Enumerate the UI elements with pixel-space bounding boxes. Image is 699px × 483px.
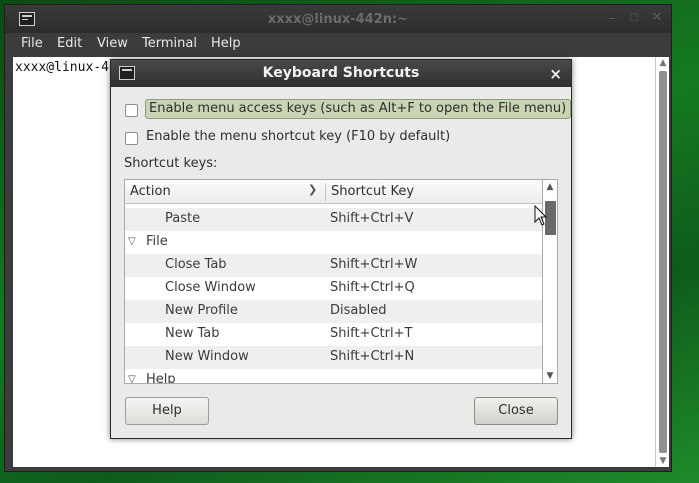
tree-group-row[interactable]: ▽ File	[125, 231, 542, 254]
tree-header: Action ❯ Shortcut Key	[125, 180, 542, 204]
column-header-action[interactable]: Action	[130, 184, 171, 199]
terminal-titlebar[interactable]: xxxx@linux-442n:~ ‒ □ ✕	[5, 5, 671, 33]
expander-triangle-icon[interactable]: ▽	[128, 236, 136, 247]
action-cell: New Profile	[165, 303, 238, 318]
menu-file[interactable]: File	[21, 36, 43, 51]
column-divider[interactable]	[325, 183, 326, 201]
action-cell: New Tab	[165, 326, 220, 341]
terminal-window-title: xxxx@linux-442n:~	[267, 12, 409, 27]
tree-rows: Paste Shift+Ctrl+V ▽ File Close Tab Shift+Ctr…	[125, 204, 542, 383]
close-icon[interactable]: ×	[549, 65, 562, 83]
menu-access-keys-checkbox-row[interactable]: Enable menu access keys (such as Alt+F t…	[125, 99, 572, 121]
action-cell: Paste	[165, 211, 201, 226]
tree-group-row[interactable]: ▽ Help	[125, 369, 542, 383]
scroll-up-icon[interactable]: ▲	[543, 180, 557, 194]
table-row[interactable]: Paste Shift+Ctrl+V	[125, 208, 542, 231]
minimize-icon[interactable]: ‒	[605, 11, 619, 25]
scroll-down-icon[interactable]: ▼	[656, 455, 670, 467]
menu-help[interactable]: Help	[211, 36, 241, 51]
menu-terminal[interactable]: Terminal	[142, 36, 197, 51]
terminal-menubar: File Edit View Terminal Help	[5, 33, 671, 57]
table-row[interactable]: New Window Shift+Ctrl+N	[125, 346, 542, 369]
terminal-scroll-thumb[interactable]	[659, 71, 667, 453]
dialog-title: Keyboard Shortcuts	[262, 65, 420, 81]
menu-shortcut-key-checkbox[interactable]	[125, 132, 138, 145]
action-cell: New Window	[165, 349, 249, 364]
action-cell: File	[146, 234, 168, 249]
menu-access-keys-label[interactable]: Enable menu access keys (such as Alt+F t…	[145, 99, 572, 119]
table-row[interactable]: New Profile Disabled	[125, 300, 542, 323]
shortcut-cell[interactable]: Disabled	[330, 303, 386, 318]
scroll-up-icon[interactable]: ▲	[656, 57, 670, 69]
dialog-titlebar[interactable]: Keyboard Shortcuts ×	[111, 60, 571, 87]
table-row[interactable]: Close Tab Shift+Ctrl+W	[125, 254, 542, 277]
action-cell: Close Tab	[165, 257, 227, 272]
close-button[interactable]: Close	[474, 397, 558, 425]
shortcut-cell[interactable]: Shift+Ctrl+Q	[330, 280, 415, 295]
keyboard-shortcuts-dialog: Keyboard Shortcuts × Enable menu access …	[110, 59, 572, 439]
table-row[interactable]: Close Window Shift+Ctrl+Q	[125, 277, 542, 300]
expander-triangle-icon[interactable]: ▽	[128, 374, 136, 383]
column-header-shortcut-key[interactable]: Shortcut Key	[331, 184, 414, 199]
table-row[interactable]: New Tab Shift+Ctrl+T	[125, 323, 542, 346]
menu-edit[interactable]: Edit	[57, 36, 82, 51]
help-button[interactable]: Help	[125, 397, 209, 425]
menu-access-keys-checkbox[interactable]	[125, 104, 138, 117]
mouse-cursor-icon	[534, 205, 548, 226]
shortcut-cell[interactable]: Shift+Ctrl+T	[330, 326, 412, 341]
action-cell: Help	[146, 372, 176, 383]
terminal-prompt: xxxx@linux-4	[15, 60, 109, 75]
maximize-icon[interactable]: □	[627, 11, 641, 25]
menu-view[interactable]: View	[97, 36, 128, 51]
scroll-down-icon[interactable]: ▼	[543, 369, 557, 383]
chevron-down-icon[interactable]: ❯	[308, 183, 317, 196]
menu-shortcut-key-label[interactable]: Enable the menu shortcut key (F10 by def…	[146, 129, 450, 144]
shortcut-cell[interactable]: Shift+Ctrl+N	[330, 349, 414, 364]
shortcut-cell[interactable]: Shift+Ctrl+V	[330, 211, 413, 226]
shortcut-keys-label: Shortcut keys:	[124, 156, 218, 171]
action-cell: Close Window	[165, 280, 256, 295]
close-icon[interactable]: ✕	[650, 11, 664, 25]
terminal-scrollbar[interactable]: ▲ ▼	[655, 57, 669, 467]
menu-shortcut-key-checkbox-row[interactable]: Enable the menu shortcut key (F10 by def…	[125, 127, 565, 149]
shortcut-cell[interactable]: Shift+Ctrl+W	[330, 257, 417, 272]
shortcut-tree-view[interactable]: Action ❯ Shortcut Key Paste Shift+Ctrl+V ▽…	[124, 179, 543, 384]
